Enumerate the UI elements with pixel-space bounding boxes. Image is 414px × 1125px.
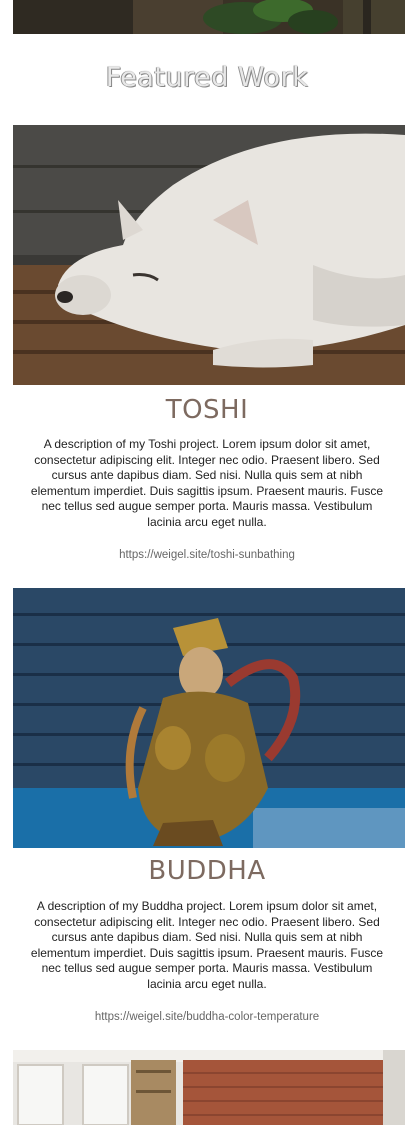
project-link-toshi[interactable]: https://weigel.site/toshi-sunbathing (0, 549, 414, 561)
project-link-buddha[interactable]: https://weigel.site/buddha-color-tempera… (0, 1011, 414, 1023)
project-title-toshi: TOSHI (165, 395, 249, 425)
project-description-toshi: A description of my Toshi project. Lorem… (30, 437, 384, 529)
toshi-project-image[interactable] (13, 125, 405, 385)
buddha-project-image[interactable] (13, 588, 405, 848)
top-project-image[interactable] (13, 0, 405, 34)
bottom-project-image[interactable] (13, 1050, 405, 1125)
featured-work-heading: Featured Work (105, 62, 309, 93)
project-description-buddha: A description of my Buddha project. Lore… (30, 899, 384, 991)
project-title-buddha: BUDDHA (148, 856, 266, 886)
